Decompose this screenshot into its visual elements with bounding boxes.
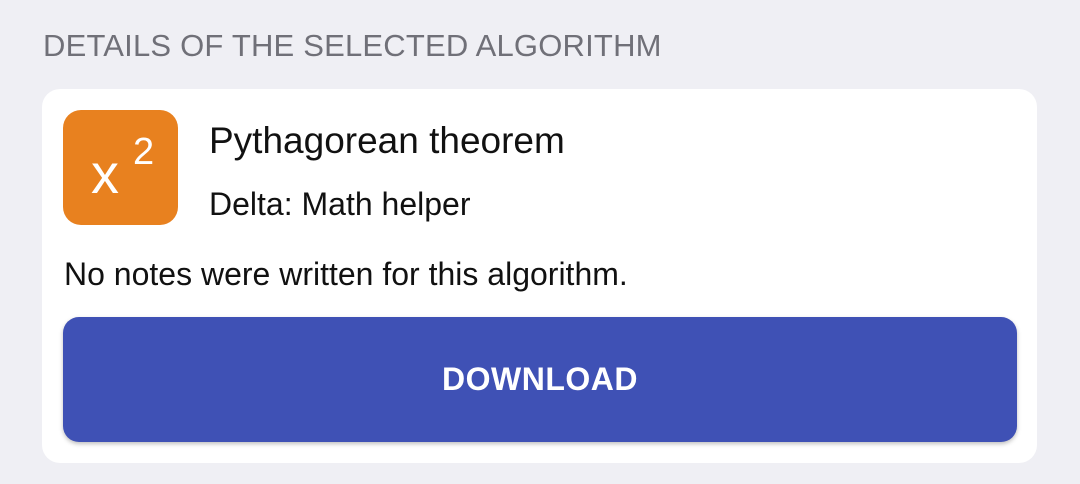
algorithm-title: Pythagorean theorem: [209, 120, 565, 161]
algorithm-subtitle: Delta: Math helper: [209, 186, 471, 222]
download-button[interactable]: DOWNLOAD: [63, 317, 1017, 442]
section-header: DETAILS OF THE SELECTED ALGORITHM: [43, 28, 662, 63]
icon-base-letter: x: [91, 142, 119, 205]
algorithm-notes: No notes were written for this algorithm…: [64, 256, 628, 292]
icon-exponent: 2: [133, 131, 155, 173]
x-squared-icon: x 2: [63, 110, 178, 225]
algorithm-details-card: x 2 Pythagorean theorem Delta: Math help…: [42, 89, 1037, 463]
